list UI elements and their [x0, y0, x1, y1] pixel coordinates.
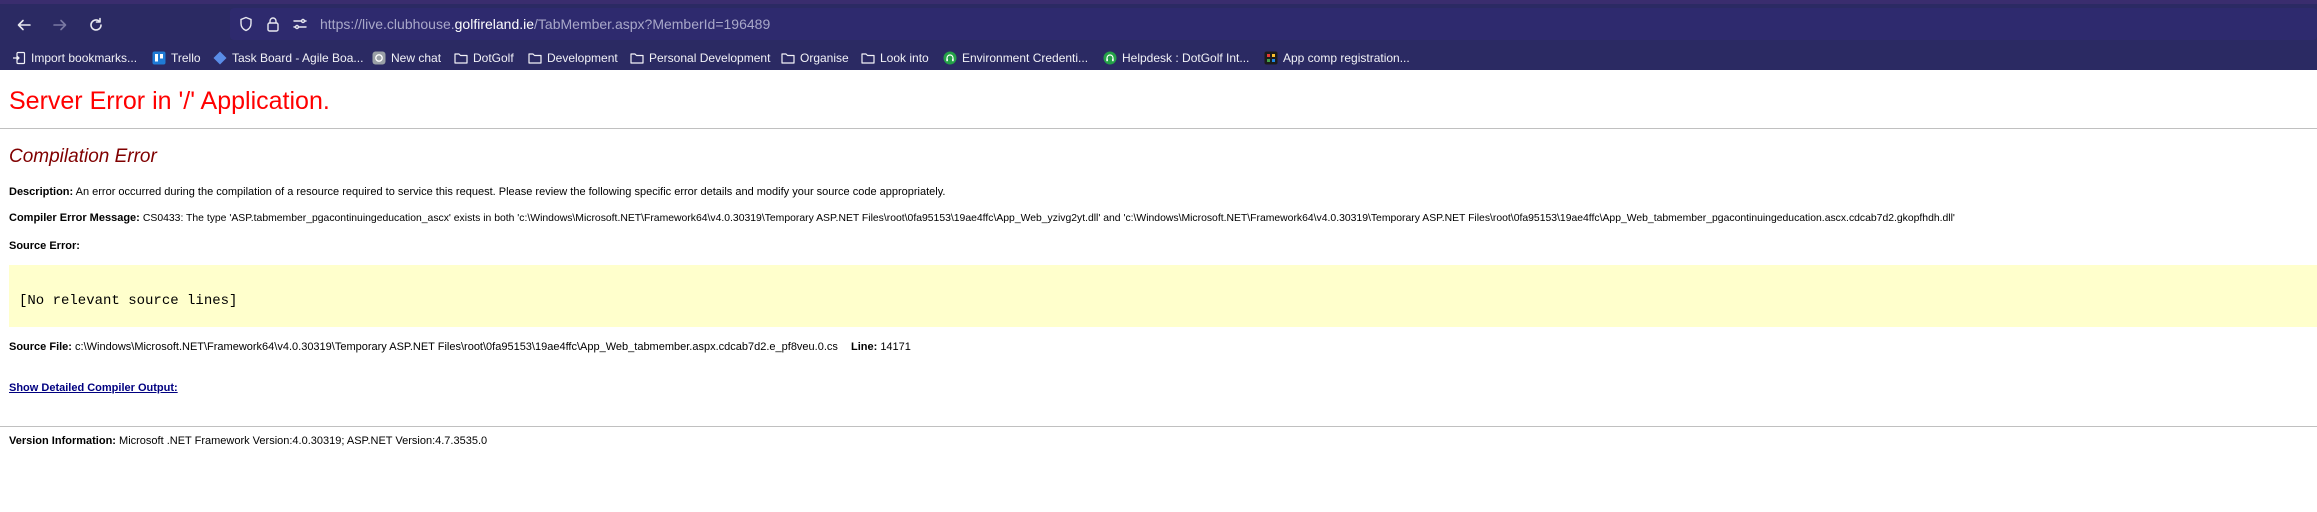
bookmark-folder-personal-development[interactable]: Personal Development — [630, 46, 770, 70]
version-label: Version Information: — [9, 435, 116, 447]
source-file-path: c:\Windows\Microsoft.NET\Framework64\v4.… — [75, 341, 838, 353]
trello-icon — [152, 51, 166, 65]
url-text[interactable]: https://live.clubhouse.golfireland.ie/Ta… — [320, 8, 770, 40]
bookmark-label: Development — [547, 51, 618, 65]
url-host: golfireland.ie — [454, 16, 535, 32]
description-line: Description: An error occurred during th… — [9, 186, 945, 198]
line-label: Line: — [850, 341, 878, 353]
bookmark-label: Look into — [880, 51, 929, 65]
bookmark-label: DotGolf — [473, 51, 514, 65]
bookmark-label: Import bookmarks... — [31, 51, 138, 65]
source-file-line: Source File: c:\Windows\Microsoft.NET\Fr… — [9, 341, 911, 353]
bookmark-helpdesk[interactable]: Helpdesk : DotGolf Int... — [1103, 46, 1249, 70]
bookmark-folder-look-into[interactable]: Look into — [861, 46, 929, 70]
lock-icon[interactable] — [266, 8, 280, 40]
bookmark-task-board[interactable]: Task Board - Agile Boa... — [213, 46, 363, 70]
shield-icon[interactable] — [238, 8, 254, 40]
title-divider — [0, 128, 2317, 129]
bookmark-label: Personal Development — [649, 51, 771, 65]
app-icon — [1264, 51, 1278, 65]
headset-icon — [943, 51, 957, 65]
bookmark-label: App comp registration... — [1283, 51, 1410, 65]
bookmark-new-chat[interactable]: New chat — [372, 46, 441, 70]
bookmark-folder-dotgolf[interactable]: DotGolf — [454, 46, 514, 70]
source-error-line: Source Error: — [9, 240, 80, 252]
forward-button[interactable] — [42, 4, 78, 46]
footer-divider — [0, 426, 2317, 427]
back-arrow-icon — [17, 19, 31, 31]
compiler-error-line: Compiler Error Message: CS0433: The type… — [9, 212, 1955, 224]
bookmark-environment-credentials[interactable]: Environment Credenti... — [943, 46, 1088, 70]
show-compiler-output-link[interactable]: Show Detailed Compiler Output: — [9, 382, 178, 394]
bookmark-label: Helpdesk : DotGolf Int... — [1122, 51, 1250, 65]
version-value: Microsoft .NET Framework Version:4.0.303… — [119, 435, 488, 447]
bookmark-label: New chat — [391, 51, 442, 65]
bookmark-label: Environment Credenti... — [962, 51, 1089, 65]
source-lines: [No relevant source lines] — [19, 293, 238, 309]
folder-icon — [781, 51, 795, 65]
description-label: Description: — [9, 186, 74, 198]
diamond-icon — [213, 51, 227, 65]
headset-icon — [1103, 51, 1117, 65]
reload-button[interactable] — [78, 4, 114, 46]
bookmark-label: Task Board - Agile Boa... — [232, 51, 364, 65]
error-type-heading: Compilation Error — [9, 146, 157, 167]
line-number: 14171 — [880, 341, 911, 353]
folder-icon — [861, 51, 875, 65]
bookmark-label: Trello — [171, 51, 201, 65]
bookmark-folder-development[interactable]: Development — [528, 46, 618, 70]
page-content: Server Error in '/' Application. Compila… — [0, 70, 2317, 512]
bookmark-app-comp-registration[interactable]: App comp registration... — [1264, 46, 1410, 70]
forward-arrow-icon — [53, 19, 67, 31]
bookmark-import[interactable]: Import bookmarks... — [12, 46, 137, 70]
browser-toolbar: https://live.clubhouse.golfireland.ie/Ta… — [0, 4, 2317, 46]
bookmark-label: Organise — [800, 51, 849, 65]
address-bar[interactable]: https://live.clubhouse.golfireland.ie/Ta… — [230, 8, 2317, 40]
description-text: An error occurred during the compilation… — [75, 186, 946, 198]
bookmark-folder-organise[interactable]: Organise — [781, 46, 849, 70]
page-title: Server Error in '/' Application. — [9, 87, 330, 115]
folder-icon — [528, 51, 542, 65]
permissions-icon[interactable] — [292, 8, 308, 40]
folder-icon — [454, 51, 468, 65]
import-icon — [12, 51, 26, 65]
compiler-error-label: Compiler Error Message: — [9, 212, 140, 224]
compiler-error-message: CS0433: The type 'ASP.tabmember_pgaconti… — [142, 213, 1955, 224]
bookmark-trello[interactable]: Trello — [152, 46, 201, 70]
chat-icon — [372, 51, 386, 65]
version-info-line: Version Information: Microsoft .NET Fram… — [9, 435, 487, 447]
back-button[interactable] — [6, 4, 42, 46]
url-path: /TabMember.aspx?MemberId=196489 — [534, 16, 771, 32]
folder-icon — [630, 51, 644, 65]
source-file-label: Source File: — [9, 341, 72, 353]
url-prefix: https://live.clubhouse. — [320, 16, 455, 32]
source-error-label: Source Error: — [9, 240, 80, 252]
source-error-box: [No relevant source lines] — [9, 265, 2317, 327]
bookmarks-toolbar: Import bookmarks... Trello Task Board - … — [0, 46, 2317, 70]
reload-icon — [90, 17, 102, 31]
